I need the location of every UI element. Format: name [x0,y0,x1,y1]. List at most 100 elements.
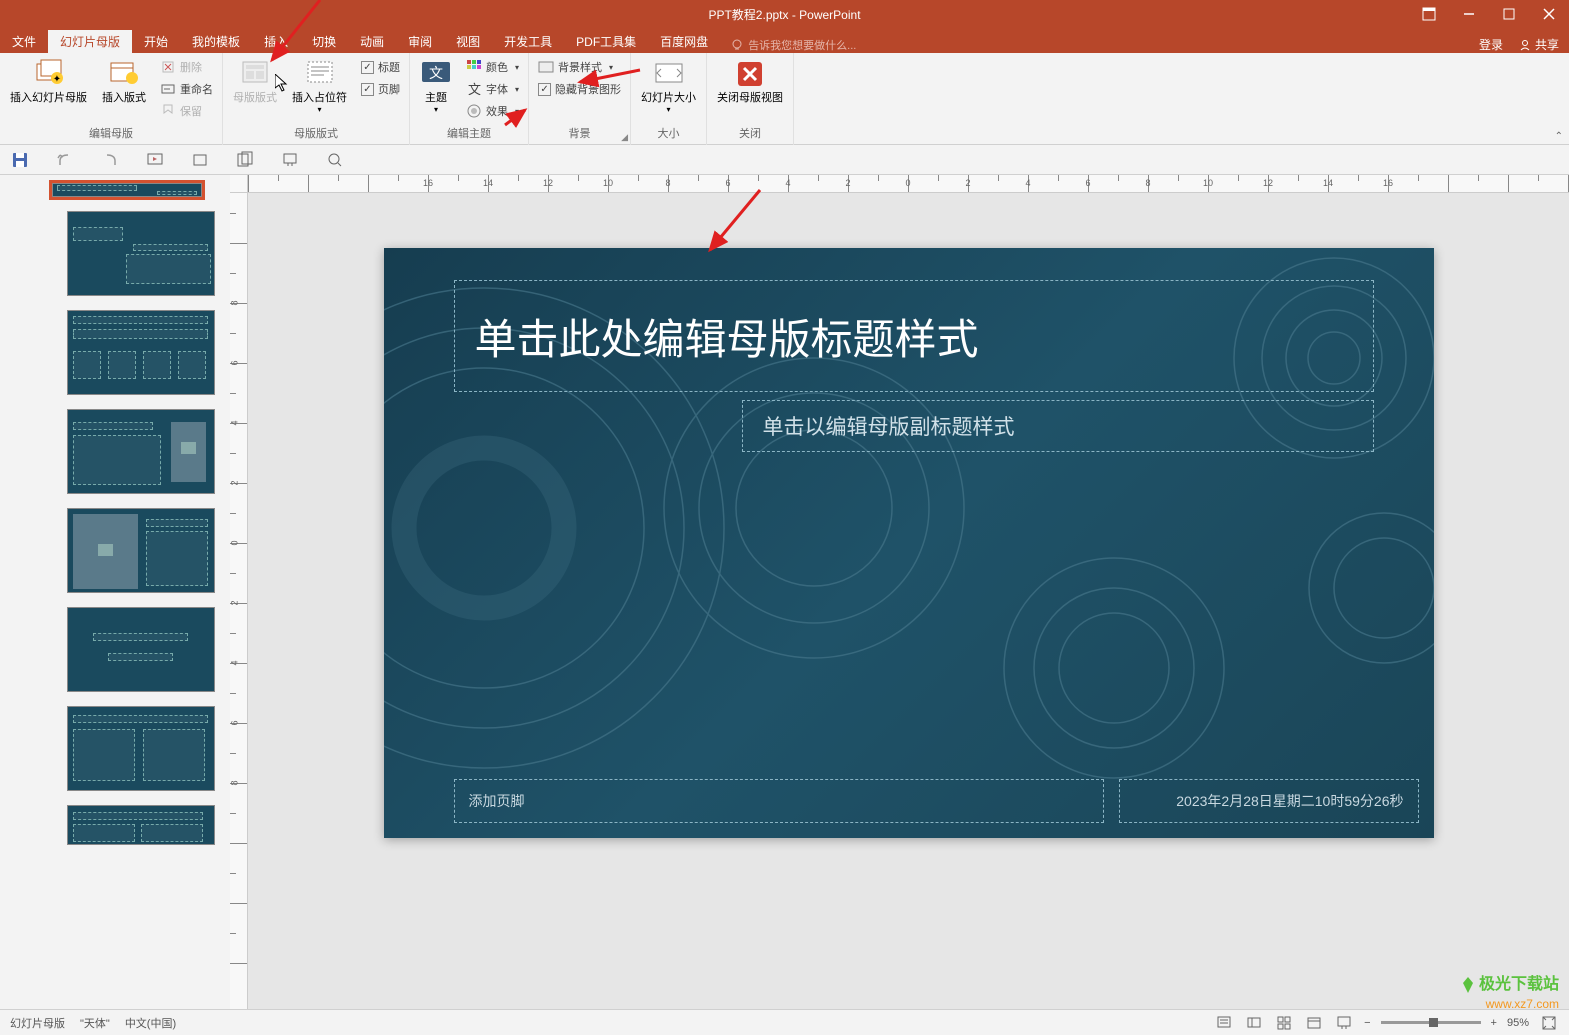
tab-transitions[interactable]: 切换 [300,30,348,53]
effects-icon [466,103,482,119]
save-button[interactable] [10,150,30,170]
qat-button-3[interactable] [280,150,300,170]
ribbon-display-options-button[interactable] [1409,0,1449,28]
notes-toggle-button[interactable] [1214,1013,1234,1033]
tab-review[interactable]: 审阅 [396,30,444,53]
title-bar: PPT教程2.pptx - PowerPoint [0,0,1569,28]
date-placeholder-text: 2023年2月28日星期二10时59分26秒 [1176,791,1403,811]
qat-button-1[interactable] [190,150,210,170]
tab-my-templates[interactable]: 我的模板 [180,30,252,53]
slide-size-icon [653,58,685,90]
preserve-icon [160,103,176,119]
close-master-label: 关闭母版视图 [717,92,783,105]
reading-view-button[interactable] [1304,1013,1324,1033]
ribbon-group-edit-theme: 文 主题 ▾ 颜色▾ 文 字体▾ 效果▾ 编辑主题 [410,53,529,145]
ribbon-group-label-close: 关闭 [712,123,788,143]
layout-thumbnail-5[interactable] [12,607,218,692]
date-placeholder[interactable]: 2023年2月28日星期二10时59分26秒 [1119,779,1419,823]
tab-pdf-tools[interactable]: PDF工具集 [564,30,648,53]
vertical-ruler[interactable]: 864202468 [230,193,248,1009]
qat-button-4[interactable] [325,150,345,170]
effects-button[interactable]: 效果▾ [462,101,523,121]
quick-access-toolbar [0,145,1569,175]
ribbon-group-master-layout: 母版版式 插入占位符 ▾ ✓ 标题 ✓ 页脚 母版版式 [223,53,410,145]
tab-baidu[interactable]: 百度网盘 [648,30,720,53]
maximize-button[interactable] [1489,0,1529,28]
title-checkbox[interactable]: ✓ 标题 [357,57,404,77]
tab-animations[interactable]: 动画 [348,30,396,53]
canvas-scroll[interactable]: 单击此处编辑母版标题样式 单击以编辑母版副标题样式 添加页脚 2023年2月28… [248,193,1569,1009]
minimize-button[interactable] [1449,0,1489,28]
qat-slideshow-button[interactable] [145,150,165,170]
rename-button[interactable]: 重命名 [156,79,217,99]
layout-thumbnail-1[interactable] [12,211,218,296]
share-label: 共享 [1535,36,1559,53]
fonts-button[interactable]: 文 字体▾ [462,79,523,99]
delete-label: 删除 [180,59,202,75]
colors-icon [466,59,482,75]
tell-me-input[interactable]: 告诉我您想要做什么... [730,37,856,53]
themes-button[interactable]: 文 主题 ▾ [415,55,457,118]
status-language[interactable]: 中文(中国) [125,1015,176,1031]
tab-insert[interactable]: 插入 [252,30,300,53]
fit-to-window-button[interactable] [1539,1013,1559,1033]
zoom-out-button[interactable]: − [1364,1017,1370,1029]
layout-thumbnail-2[interactable] [12,310,218,395]
ribbon-group-label-master-layout: 母版版式 [228,123,404,143]
title-placeholder-text: 单击此处编辑母版标题样式 [475,306,979,367]
layout-thumbnail-6[interactable] [12,706,218,791]
background-dialog-launcher[interactable]: ◢ [621,132,628,143]
undo-button[interactable] [55,150,75,170]
slideshow-view-button[interactable] [1334,1013,1354,1033]
status-theme: "天体" [80,1015,110,1031]
normal-view-button[interactable] [1244,1013,1264,1033]
tab-home[interactable]: 开始 [132,30,180,53]
zoom-in-button[interactable]: + [1491,1017,1497,1029]
insert-slide-master-label: 插入幻灯片母版 [10,92,87,105]
close-master-view-button[interactable]: 关闭母版视图 [712,55,788,108]
login-link[interactable]: 登录 [1479,36,1503,53]
layout-thumbnail-3[interactable] [12,409,218,494]
thumbnail-panel[interactable] [0,175,230,1009]
master-layout-button: 母版版式 [228,55,282,108]
share-button[interactable]: 共享 [1518,36,1559,53]
footer-checkbox[interactable]: ✓ 页脚 [357,79,404,99]
canvas-area: 1614121086420246810121416 864202468 [230,175,1569,1009]
subtitle-placeholder[interactable]: 单击以编辑母版副标题样式 [742,400,1374,452]
ribbon-group-edit-master: ✦ 插入幻灯片母版 插入版式 删除 重命名 保留 [0,53,223,145]
qat-button-2[interactable] [235,150,255,170]
layout-thumbnail-7[interactable] [12,805,218,845]
horizontal-ruler[interactable]: 1614121086420246810121416 [248,175,1569,193]
insert-layout-button[interactable]: 插入版式 [97,55,151,108]
themes-label: 主题 [425,92,447,105]
slide-size-label: 幻灯片大小 [641,92,696,105]
tab-developer[interactable]: 开发工具 [492,30,564,53]
hide-bg-graphics-checkbox[interactable]: ✓ 隐藏背景图形 [534,79,625,99]
tab-view[interactable]: 视图 [444,30,492,53]
background-styles-button[interactable]: 背景样式▾ [534,57,625,77]
tab-file[interactable]: 文件 [0,30,48,53]
rename-label: 重命名 [180,81,213,97]
colors-button[interactable]: 颜色▾ [462,57,523,77]
master-thumbnail-selected[interactable] [12,183,218,197]
slide-canvas[interactable]: 单击此处编辑母版标题样式 单击以编辑母版副标题样式 添加页脚 2023年2月28… [384,248,1434,838]
redo-button[interactable] [100,150,120,170]
tab-slide-master[interactable]: 幻灯片母版 [48,30,132,53]
footer-placeholder[interactable]: 添加页脚 [454,779,1104,823]
checkbox-checked-icon: ✓ [538,83,551,96]
ribbon-group-label-background: 背景 [534,123,625,143]
svg-text:文: 文 [429,65,443,81]
insert-placeholder-button[interactable]: 插入占位符 ▾ [287,55,352,118]
zoom-slider[interactable] [1381,1021,1481,1024]
insert-slide-master-button[interactable]: ✦ 插入幻灯片母版 [5,55,92,108]
layout-thumbnail-4[interactable] [12,508,218,593]
share-icon [1518,38,1532,52]
slide-size-button[interactable]: 幻灯片大小 ▾ [636,55,701,118]
ribbon-group-size: 幻灯片大小 ▾ 大小 [631,53,707,145]
zoom-level[interactable]: 95% [1507,1017,1529,1029]
collapse-ribbon-button[interactable]: ⌃ [1555,131,1563,142]
title-placeholder[interactable]: 单击此处编辑母版标题样式 [454,280,1374,392]
ruler-corner [230,175,248,193]
close-button[interactable] [1529,0,1569,28]
slide-sorter-view-button[interactable] [1274,1013,1294,1033]
